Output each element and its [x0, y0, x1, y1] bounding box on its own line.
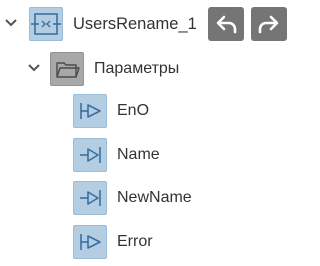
- redo-button[interactable]: [251, 7, 287, 41]
- folder-icon: [50, 52, 84, 86]
- root-expand-chevron[interactable]: [4, 16, 18, 30]
- param-label: NewName: [117, 189, 192, 206]
- redo-icon: [258, 15, 279, 34]
- function-block-icon: [29, 7, 63, 41]
- chevron-down-icon: [28, 64, 40, 72]
- param-label: EnO: [117, 102, 150, 119]
- undo-button[interactable]: [208, 7, 244, 41]
- chevron-down-icon: [5, 19, 17, 27]
- undo-icon: [216, 15, 237, 34]
- input-param-icon: [73, 181, 107, 215]
- output-param-icon: [73, 94, 107, 128]
- param-label: Name: [117, 146, 160, 163]
- folder-expand-chevron[interactable]: [27, 61, 41, 75]
- folder-label[interactable]: Параметры: [94, 60, 179, 78]
- output-param-icon: [73, 225, 107, 259]
- input-param-icon: [73, 138, 107, 172]
- param-label: Error: [117, 233, 153, 250]
- root-node-label[interactable]: UsersRename_1: [73, 15, 197, 33]
